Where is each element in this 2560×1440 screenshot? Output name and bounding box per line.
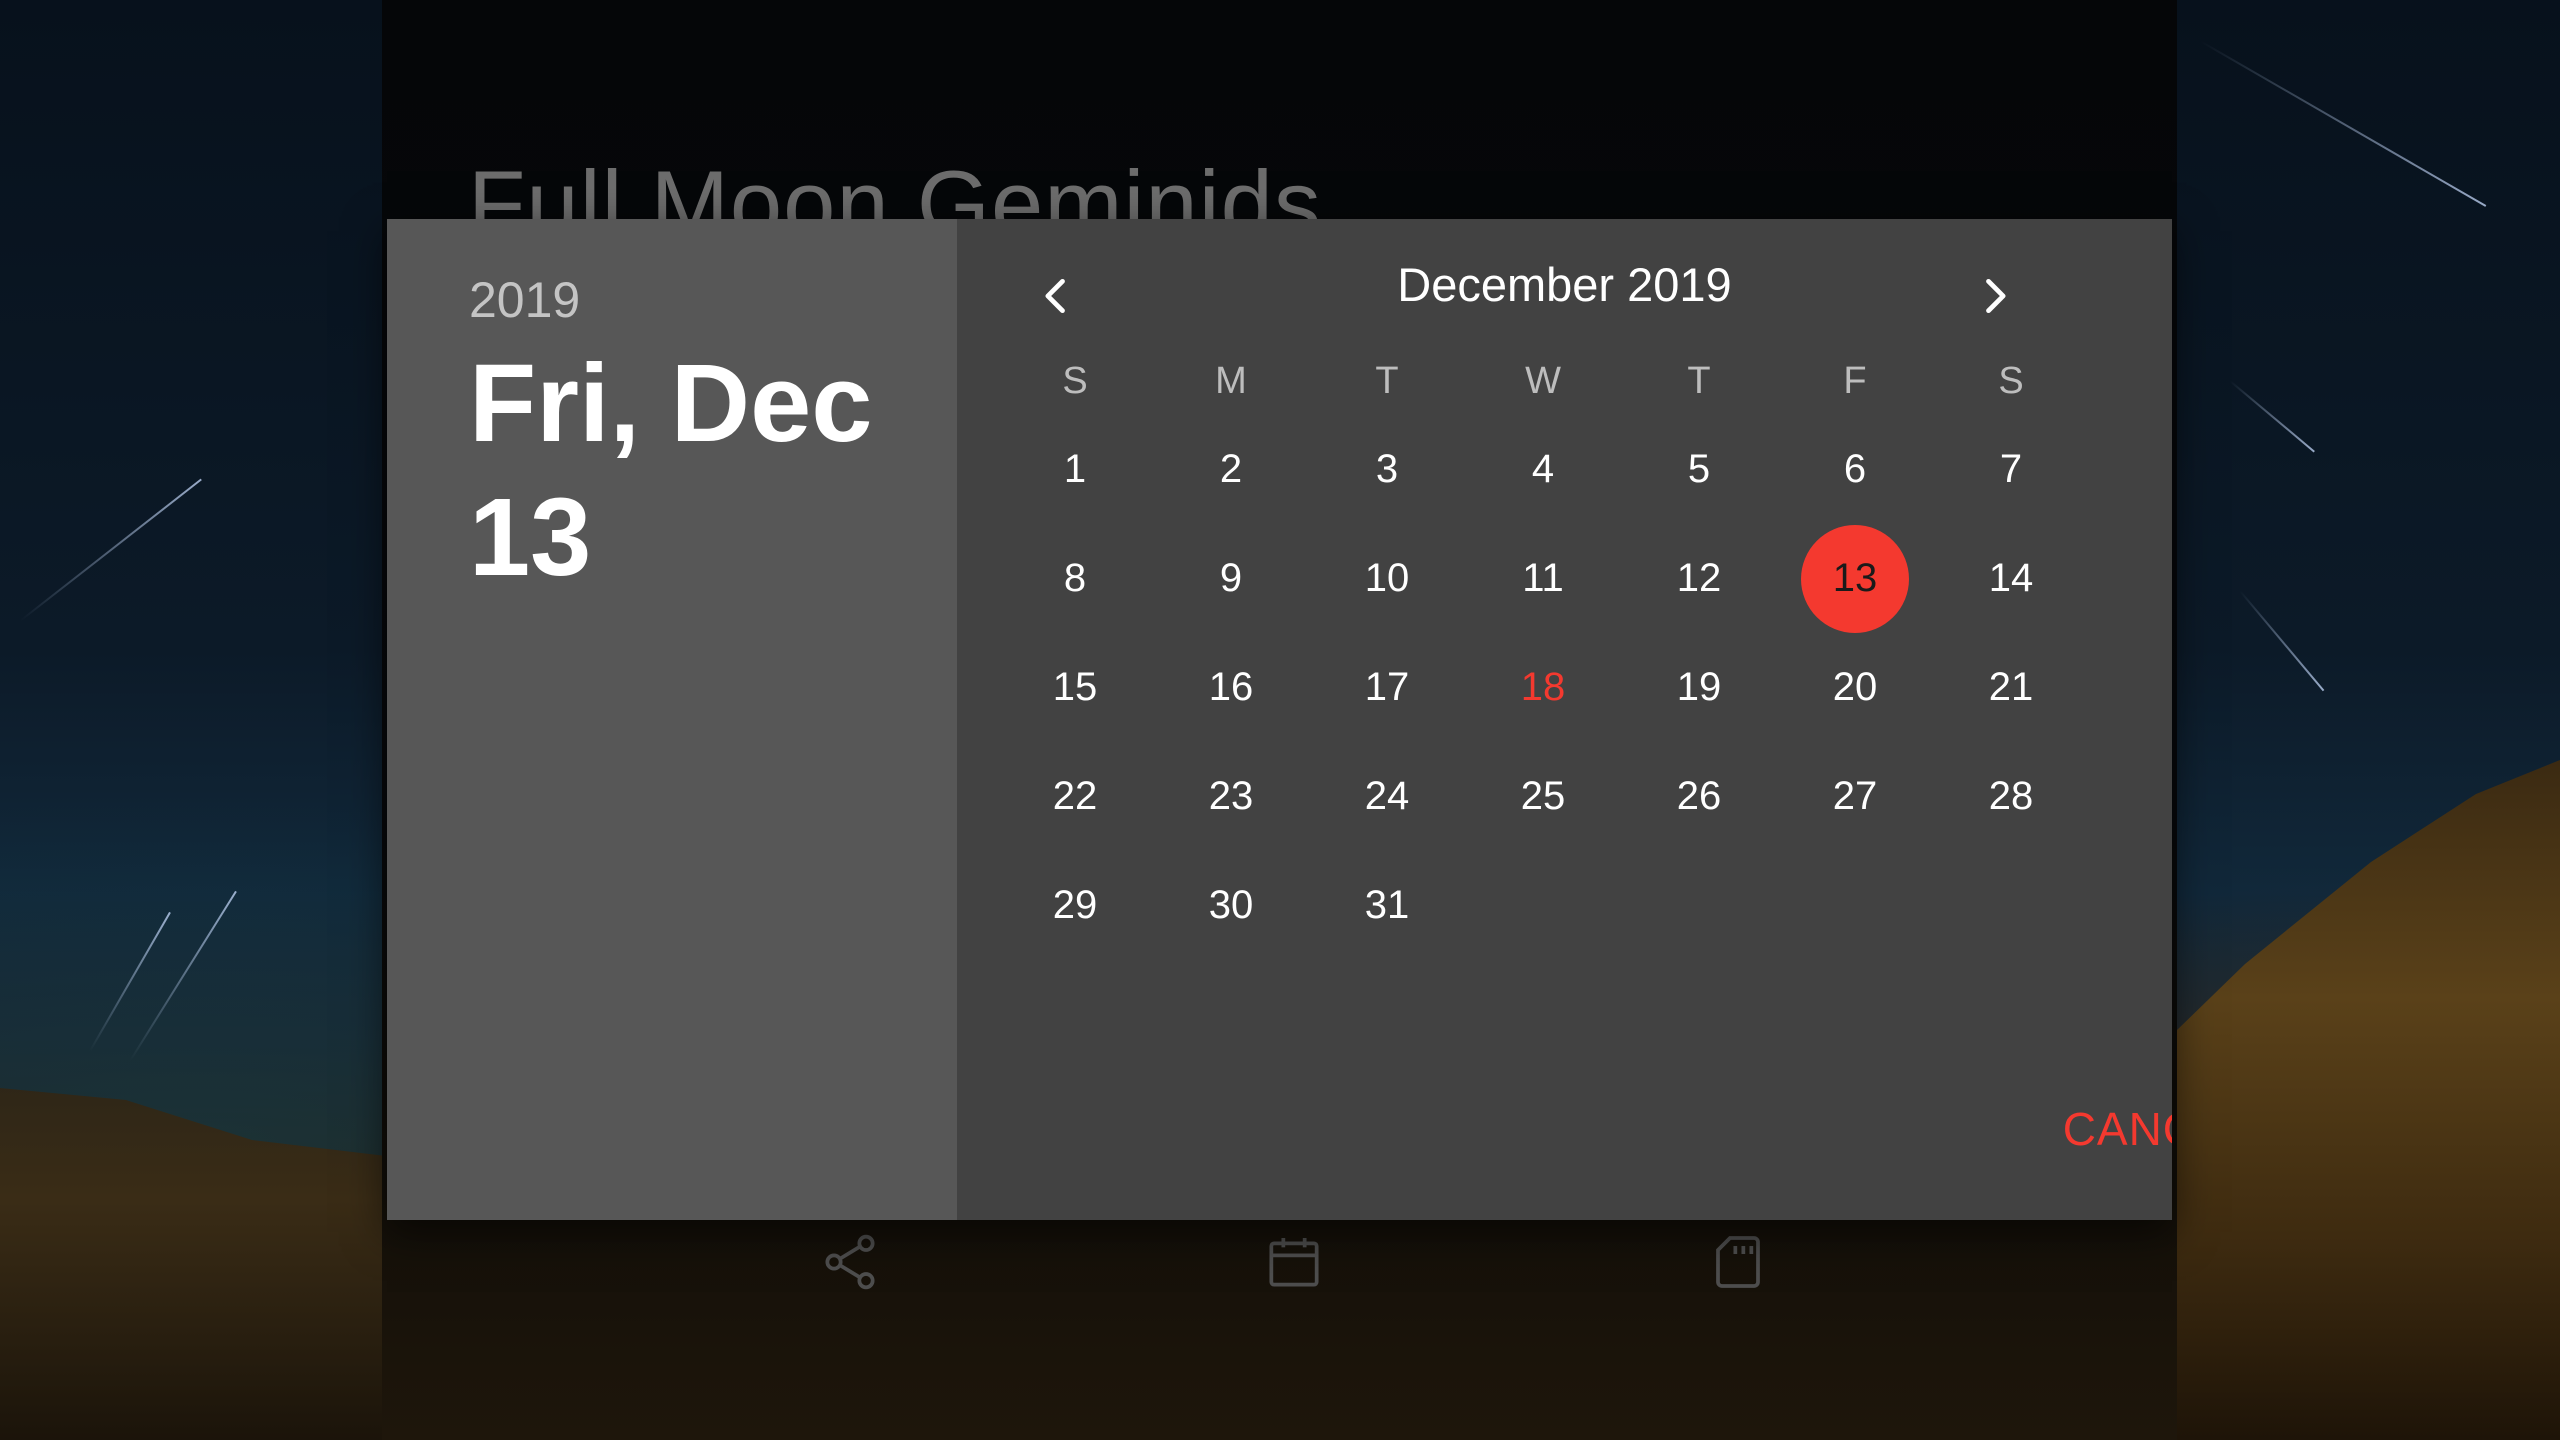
day-number: 26 [1676,774,1722,818]
day-number: 23 [1208,774,1254,818]
day-number: 15 [1052,665,1098,709]
day-cell[interactable]: 26 [1621,742,1777,851]
meteor-streak [2229,380,2315,453]
cancel-button[interactable]: CANCEL [2054,1089,2172,1169]
day-cell[interactable]: 5 [1621,415,1777,524]
day-cell[interactable]: 15 [997,633,1153,742]
meteor-streak [129,890,237,1062]
meteor-streak [2239,590,2325,692]
day-cell[interactable]: 27 [1777,742,1933,851]
meteor-streak [19,478,202,622]
calendar-icon[interactable] [1262,1230,1326,1294]
mountain-silhouette [0,1088,420,1440]
day-cell[interactable]: 20 [1777,633,1933,742]
day-number: 25 [1520,774,1566,818]
chevron-right-icon [1986,278,2006,314]
day-number: 31 [1364,883,1410,927]
day-cell[interactable]: 23 [1153,742,1309,851]
day-cell[interactable]: 1 [997,415,1153,524]
day-number: 18 [1520,665,1566,709]
next-month-button[interactable] [1954,256,2034,336]
day-number: 8 [1063,556,1087,600]
weekday-header-row: SMTWTFS [997,351,2089,411]
day-number: 27 [1832,774,1878,818]
hillside-silhouette [2140,760,2560,1440]
screen: Full Moon Geminids 2019 Fri, Dec 13 Dece… [0,0,2560,1440]
day-number: 10 [1364,556,1410,600]
weekday-label: W [1525,360,1561,402]
day-cell[interactable]: 29 [997,851,1153,960]
day-cell[interactable]: 22 [997,742,1153,851]
day-number: 21 [1988,665,2034,709]
day-number: 12 [1676,556,1722,600]
weekday-label: F [1843,360,1867,402]
day-cell[interactable]: 21 [1933,633,2089,742]
day-number: 4 [1531,447,1555,491]
weekday-label: S [1062,360,1088,402]
day-cell[interactable]: 14 [1933,524,2089,633]
day-number: 2 [1219,447,1243,491]
day-number: 22 [1052,774,1098,818]
weekday-label: T [1375,360,1399,402]
day-number: 11 [1522,556,1564,600]
selected-date: Fri, Dec 13 [469,342,873,599]
day-cell-today[interactable]: 18 [1465,633,1621,742]
day-number: 3 [1375,447,1399,491]
date-picker-header: 2019 Fri, Dec 13 [387,219,957,1220]
meteor-streak [89,911,171,1052]
day-cell[interactable]: 19 [1621,633,1777,742]
day-number: 16 [1208,665,1254,709]
weekday-label: T [1687,360,1711,402]
day-cell[interactable]: 8 [997,524,1153,633]
sd-card-icon[interactable] [1706,1230,1770,1294]
day-cell[interactable]: 3 [1309,415,1465,524]
day-number: 24 [1364,774,1410,818]
day-number: 7 [1999,447,2023,491]
day-number: 17 [1364,665,1410,709]
date-picker-dialog: 2019 Fri, Dec 13 December 2019 SMTWTFS 1… [387,219,2172,1220]
day-cell[interactable]: 28 [1933,742,2089,851]
day-cell[interactable]: 25 [1465,742,1621,851]
day-cell[interactable]: 11 [1465,524,1621,633]
day-number: 19 [1676,665,1722,709]
day-number: 20 [1832,665,1878,709]
selected-year[interactable]: 2019 [469,271,580,329]
day-cell[interactable]: 30 [1153,851,1309,960]
day-cell[interactable]: 7 [1933,415,2089,524]
day-number: 6 [1843,447,1867,491]
day-cell[interactable]: 4 [1465,415,1621,524]
day-number: 14 [1988,556,2034,600]
day-number: 29 [1052,883,1098,927]
day-number: 5 [1687,447,1711,491]
day-number: 9 [1219,556,1243,600]
weekday-label: S [1998,360,2024,402]
day-cell[interactable]: 10 [1309,524,1465,633]
day-cell[interactable]: 12 [1621,524,1777,633]
day-number: 30 [1208,883,1254,927]
calendar-panel: December 2019 SMTWTFS 1 2 3 4 5 6 7 8 9 10 11 12 13 1… [957,219,2172,1220]
day-cell[interactable]: 16 [1153,633,1309,742]
day-number: 13 [1832,556,1878,600]
day-cell[interactable]: 9 [1153,524,1309,633]
day-cell[interactable]: 24 [1309,742,1465,851]
day-cell[interactable]: 2 [1153,415,1309,524]
day-cell[interactable]: 17 [1309,633,1465,742]
days-grid: 1 2 3 4 5 6 7 8 9 10 11 12 13 14 15 16 17 18 19 20 21 22 23 24 2… [997,415,2089,960]
day-cell[interactable]: 31 [1309,851,1465,960]
day-cell-selected[interactable]: 13 [1777,524,1933,633]
day-number: 1 [1063,447,1087,491]
share-icon[interactable] [818,1230,882,1294]
day-number: 28 [1988,774,2034,818]
weekday-label: M [1215,360,1247,402]
day-cell[interactable]: 6 [1777,415,1933,524]
meteor-streak [2199,40,2487,207]
